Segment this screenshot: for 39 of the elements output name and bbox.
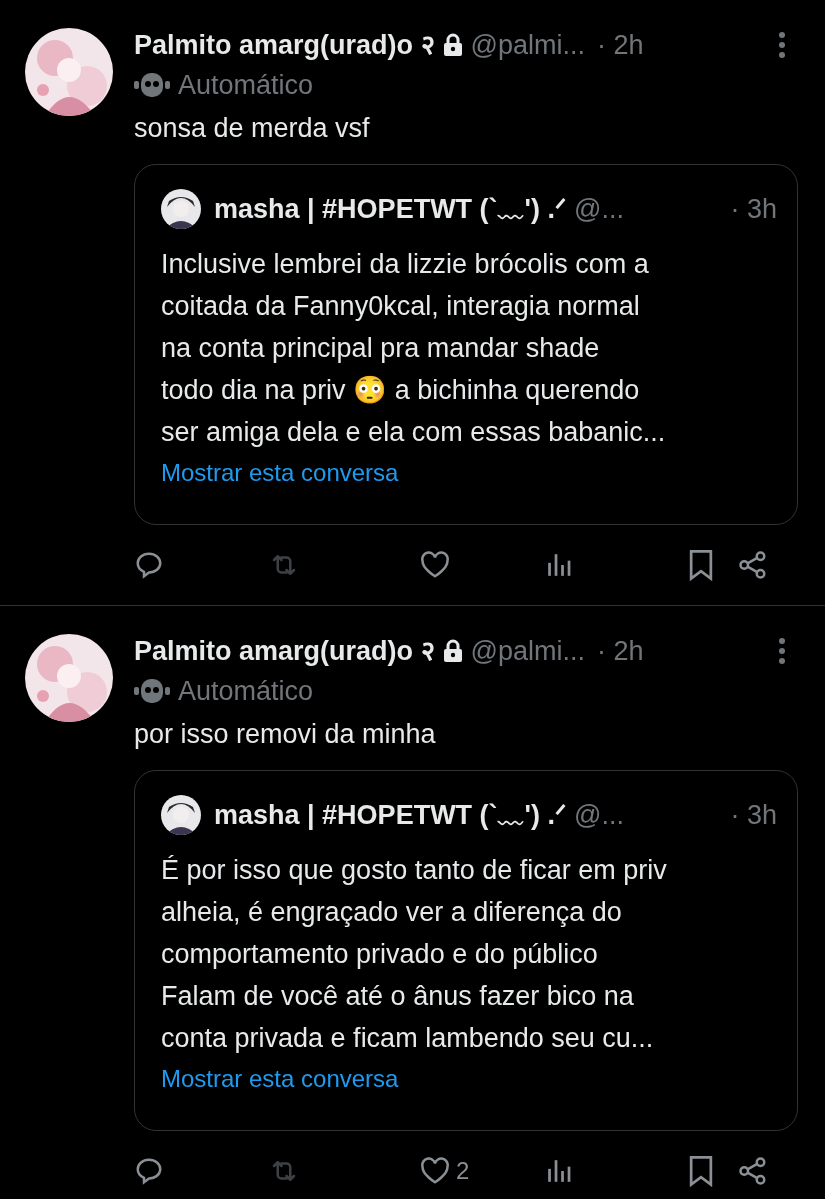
quoted-timestamp: · 3h <box>730 798 777 832</box>
avatar[interactable] <box>161 795 201 835</box>
bookmark-icon[interactable] <box>688 549 714 581</box>
heart-icon[interactable] <box>420 1157 450 1185</box>
share-icon[interactable] <box>738 1156 768 1186</box>
reply-icon[interactable] <box>134 1156 164 1186</box>
avatar[interactable] <box>161 189 201 229</box>
quoted-text: É por isso que gosto tanto de ficar em priv alheia, é engraçado ver a diferença do comportamento privado e do público Falam de você até o ânus fazer bico na conta privada e ficam lambendo seu cu... <box>161 854 668 1055</box>
robot-icon <box>134 71 170 99</box>
heart-icon[interactable] <box>420 551 450 579</box>
robot-icon <box>134 677 170 705</box>
more-icon[interactable] <box>778 32 786 58</box>
quoted-display-name: masha | #HOPETWT (`﹏') .ᐟ <box>214 192 566 226</box>
quoted-handle: @... <box>574 192 624 226</box>
timestamp: · 2h <box>597 28 644 62</box>
automated-label: Automático <box>178 68 314 102</box>
show-conversation-link[interactable]: Mostrar esta conversa <box>161 1061 399 1097</box>
quote-card[interactable] <box>134 770 798 1131</box>
views-icon[interactable] <box>546 552 572 578</box>
user-handle: @palmi... <box>470 634 585 668</box>
like-count: 2 <box>456 1156 470 1186</box>
share-icon[interactable] <box>738 550 768 580</box>
quote-card[interactable] <box>134 164 798 525</box>
more-icon[interactable] <box>778 638 786 664</box>
display-name[interactable]: Palmito amarg(urad)o २ <box>134 24 435 66</box>
quoted-text: Inclusive lembrei da lizzie brócolis com a coitada da Fanny0kcal, interagia normal na conta principal pra mandar shade todo dia na priv 😳 a bichinha querendo ser amiga dela e ela com essas babanic... <box>161 248 667 449</box>
tweet-text: sonsa de merda vsf <box>134 112 371 145</box>
quoted-handle: @... <box>574 798 624 832</box>
show-conversation-link[interactable]: Mostrar esta conversa <box>161 455 399 491</box>
display-name[interactable]: Palmito amarg(urad)o २ <box>134 630 435 672</box>
tweet-text: por isso removi da minha <box>134 718 437 751</box>
quoted-timestamp: · 3h <box>730 192 777 226</box>
bookmark-icon[interactable] <box>688 1155 714 1187</box>
automated-label: Automático <box>178 674 314 708</box>
views-icon[interactable] <box>546 1158 572 1184</box>
user-handle: @palmi... <box>470 28 585 62</box>
quoted-display-name: masha | #HOPETWT (`﹏') .ᐟ <box>214 798 566 832</box>
timestamp: · 2h <box>597 634 644 668</box>
reply-icon[interactable] <box>134 550 164 580</box>
